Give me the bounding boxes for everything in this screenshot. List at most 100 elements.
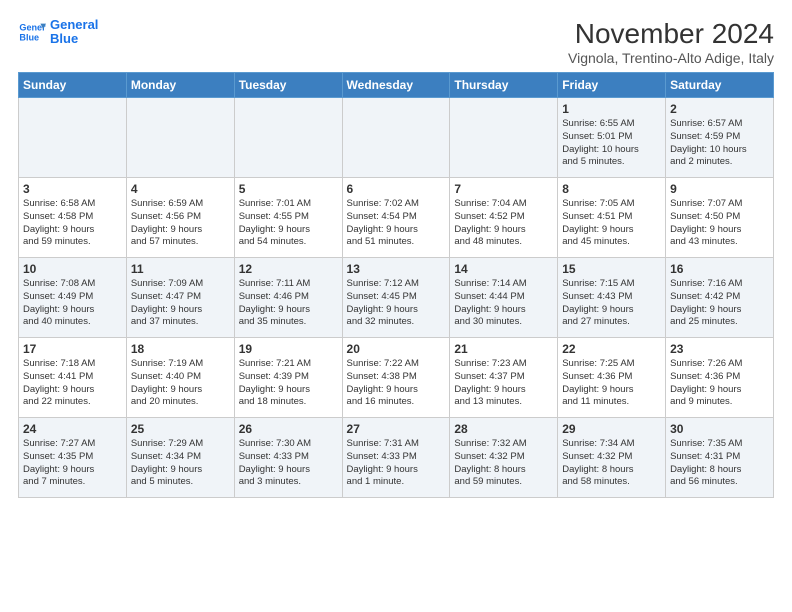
day-cell: 14 Sunrise: 7:14 AM Sunset: 4:44 PM Dayli…	[450, 258, 558, 338]
day-cell: 1 Sunrise: 6:55 AM Sunset: 5:01 PM Daylig…	[558, 98, 666, 178]
day-info: Sunrise: 7:05 AM Sunset: 4:51 PM Dayligh…	[562, 198, 661, 249]
day-cell: 15Sunrise: 7:15 AM Sunset: 4:43 PM Dayli…	[558, 258, 666, 338]
weekday-header-wednesday: Wednesday	[342, 73, 450, 98]
day-cell: 11 Sunrise: 7:09 AM Sunset: 4:47 PM Dayli…	[126, 258, 234, 338]
svg-text:Blue: Blue	[19, 33, 39, 43]
weekday-header-tuesday: Tuesday	[234, 73, 342, 98]
day-cell: 16Sunrise: 7:16 AM Sunset: 4:42 PM Dayli…	[666, 258, 774, 338]
page: General Blue General Blue November 2024 …	[0, 0, 792, 508]
week-row-5: 24 Sunrise: 7:27 AM Sunset: 4:35 PM Dayli…	[19, 418, 774, 498]
day-cell: 22 Sunrise: 7:25 AM Sunset: 4:36 PM Dayli…	[558, 338, 666, 418]
day-info: Sunrise: 7:30 AM Sunset: 4:33 PM Dayligh…	[239, 438, 338, 489]
location: Vignola, Trentino-Alto Adige, Italy	[568, 50, 774, 66]
day-cell: 7 Sunrise: 7:04 AM Sunset: 4:52 PM Daylig…	[450, 178, 558, 258]
day-info: Sunrise: 7:11 AM Sunset: 4:46 PM Dayligh…	[239, 278, 338, 329]
day-number: 13	[347, 262, 446, 276]
day-number: 19	[239, 342, 338, 356]
day-number: 23	[670, 342, 769, 356]
day-number: 21	[454, 342, 553, 356]
day-info: Sunrise: 7:23 AM Sunset: 4:37 PM Dayligh…	[454, 358, 553, 409]
day-cell: 28Sunrise: 7:32 AM Sunset: 4:32 PM Dayli…	[450, 418, 558, 498]
day-cell: 30 Sunrise: 7:35 AM Sunset: 4:31 PM Dayli…	[666, 418, 774, 498]
day-cell	[342, 98, 450, 178]
day-cell: 4Sunrise: 6:59 AM Sunset: 4:56 PM Daylig…	[126, 178, 234, 258]
day-number: 4	[131, 182, 230, 196]
day-cell: 2 Sunrise: 6:57 AM Sunset: 4:59 PM Daylig…	[666, 98, 774, 178]
week-row-3: 10 Sunrise: 7:08 AM Sunset: 4:49 PM Dayli…	[19, 258, 774, 338]
day-cell	[234, 98, 342, 178]
day-info: Sunrise: 7:08 AM Sunset: 4:49 PM Dayligh…	[23, 278, 122, 329]
day-number: 25	[131, 422, 230, 436]
day-number: 17	[23, 342, 122, 356]
day-info: Sunrise: 7:21 AM Sunset: 4:39 PM Dayligh…	[239, 358, 338, 409]
day-info: Sunrise: 7:04 AM Sunset: 4:52 PM Dayligh…	[454, 198, 553, 249]
day-cell: 21 Sunrise: 7:23 AM Sunset: 4:37 PM Dayli…	[450, 338, 558, 418]
day-info: Sunrise: 6:58 AM Sunset: 4:58 PM Dayligh…	[23, 198, 122, 249]
day-number: 2	[670, 102, 769, 116]
day-cell: 5 Sunrise: 7:01 AM Sunset: 4:55 PM Daylig…	[234, 178, 342, 258]
day-number: 12	[239, 262, 338, 276]
day-number: 11	[131, 262, 230, 276]
weekday-header-monday: Monday	[126, 73, 234, 98]
day-cell: 8 Sunrise: 7:05 AM Sunset: 4:51 PM Daylig…	[558, 178, 666, 258]
day-cell: 13 Sunrise: 7:12 AM Sunset: 4:45 PM Dayli…	[342, 258, 450, 338]
day-cell: 19 Sunrise: 7:21 AM Sunset: 4:39 PM Dayli…	[234, 338, 342, 418]
logo-line2: Blue	[50, 32, 98, 46]
day-info: Sunrise: 7:27 AM Sunset: 4:35 PM Dayligh…	[23, 438, 122, 489]
day-info: Sunrise: 7:26 AM Sunset: 4:36 PM Dayligh…	[670, 358, 769, 409]
day-number: 16	[670, 262, 769, 276]
weekday-header-friday: Friday	[558, 73, 666, 98]
day-number: 1	[562, 102, 661, 116]
day-info: Sunrise: 7:35 AM Sunset: 4:31 PM Dayligh…	[670, 438, 769, 489]
day-info: Sunrise: 7:01 AM Sunset: 4:55 PM Dayligh…	[239, 198, 338, 249]
day-number: 15	[562, 262, 661, 276]
day-number: 30	[670, 422, 769, 436]
day-cell: 26 Sunrise: 7:30 AM Sunset: 4:33 PM Dayli…	[234, 418, 342, 498]
weekday-header-row: SundayMondayTuesdayWednesdayThursdayFrid…	[19, 73, 774, 98]
day-info: Sunrise: 7:07 AM Sunset: 4:50 PM Dayligh…	[670, 198, 769, 249]
day-cell: 29 Sunrise: 7:34 AM Sunset: 4:32 PM Dayli…	[558, 418, 666, 498]
day-number: 5	[239, 182, 338, 196]
day-info: Sunrise: 6:57 AM Sunset: 4:59 PM Dayligh…	[670, 118, 769, 169]
logo: General Blue General Blue	[18, 18, 98, 47]
week-row-1: 1 Sunrise: 6:55 AM Sunset: 5:01 PM Daylig…	[19, 98, 774, 178]
day-info: Sunrise: 7:34 AM Sunset: 4:32 PM Dayligh…	[562, 438, 661, 489]
day-cell: 6 Sunrise: 7:02 AM Sunset: 4:54 PM Daylig…	[342, 178, 450, 258]
day-number: 8	[562, 182, 661, 196]
day-number: 6	[347, 182, 446, 196]
day-info: Sunrise: 7:31 AM Sunset: 4:33 PM Dayligh…	[347, 438, 446, 489]
day-number: 10	[23, 262, 122, 276]
day-cell: 3Sunrise: 6:58 AM Sunset: 4:58 PM Daylig…	[19, 178, 127, 258]
day-number: 7	[454, 182, 553, 196]
day-info: Sunrise: 7:12 AM Sunset: 4:45 PM Dayligh…	[347, 278, 446, 329]
day-number: 27	[347, 422, 446, 436]
calendar-table: SundayMondayTuesdayWednesdayThursdayFrid…	[18, 72, 774, 498]
day-cell: 18Sunrise: 7:19 AM Sunset: 4:40 PM Dayli…	[126, 338, 234, 418]
logo-line1: General	[50, 18, 98, 32]
day-cell	[126, 98, 234, 178]
day-info: Sunrise: 7:14 AM Sunset: 4:44 PM Dayligh…	[454, 278, 553, 329]
day-cell: 27 Sunrise: 7:31 AM Sunset: 4:33 PM Dayli…	[342, 418, 450, 498]
day-number: 29	[562, 422, 661, 436]
day-info: Sunrise: 7:22 AM Sunset: 4:38 PM Dayligh…	[347, 358, 446, 409]
day-info: Sunrise: 7:19 AM Sunset: 4:40 PM Dayligh…	[131, 358, 230, 409]
day-info: Sunrise: 7:18 AM Sunset: 4:41 PM Dayligh…	[23, 358, 122, 409]
day-cell: 25Sunrise: 7:29 AM Sunset: 4:34 PM Dayli…	[126, 418, 234, 498]
weekday-header-sunday: Sunday	[19, 73, 127, 98]
day-info: Sunrise: 7:25 AM Sunset: 4:36 PM Dayligh…	[562, 358, 661, 409]
day-info: Sunrise: 7:32 AM Sunset: 4:32 PM Dayligh…	[454, 438, 553, 489]
header: General Blue General Blue November 2024 …	[18, 18, 774, 66]
day-cell: 9Sunrise: 7:07 AM Sunset: 4:50 PM Daylig…	[666, 178, 774, 258]
day-info: Sunrise: 7:09 AM Sunset: 4:47 PM Dayligh…	[131, 278, 230, 329]
month-title: November 2024	[568, 18, 774, 50]
day-cell	[19, 98, 127, 178]
day-cell: 24 Sunrise: 7:27 AM Sunset: 4:35 PM Dayli…	[19, 418, 127, 498]
day-info: Sunrise: 7:02 AM Sunset: 4:54 PM Dayligh…	[347, 198, 446, 249]
day-number: 14	[454, 262, 553, 276]
title-block: November 2024 Vignola, Trentino-Alto Adi…	[568, 18, 774, 66]
day-cell: 23 Sunrise: 7:26 AM Sunset: 4:36 PM Dayli…	[666, 338, 774, 418]
day-number: 24	[23, 422, 122, 436]
day-number: 26	[239, 422, 338, 436]
day-info: Sunrise: 6:55 AM Sunset: 5:01 PM Dayligh…	[562, 118, 661, 169]
day-number: 22	[562, 342, 661, 356]
